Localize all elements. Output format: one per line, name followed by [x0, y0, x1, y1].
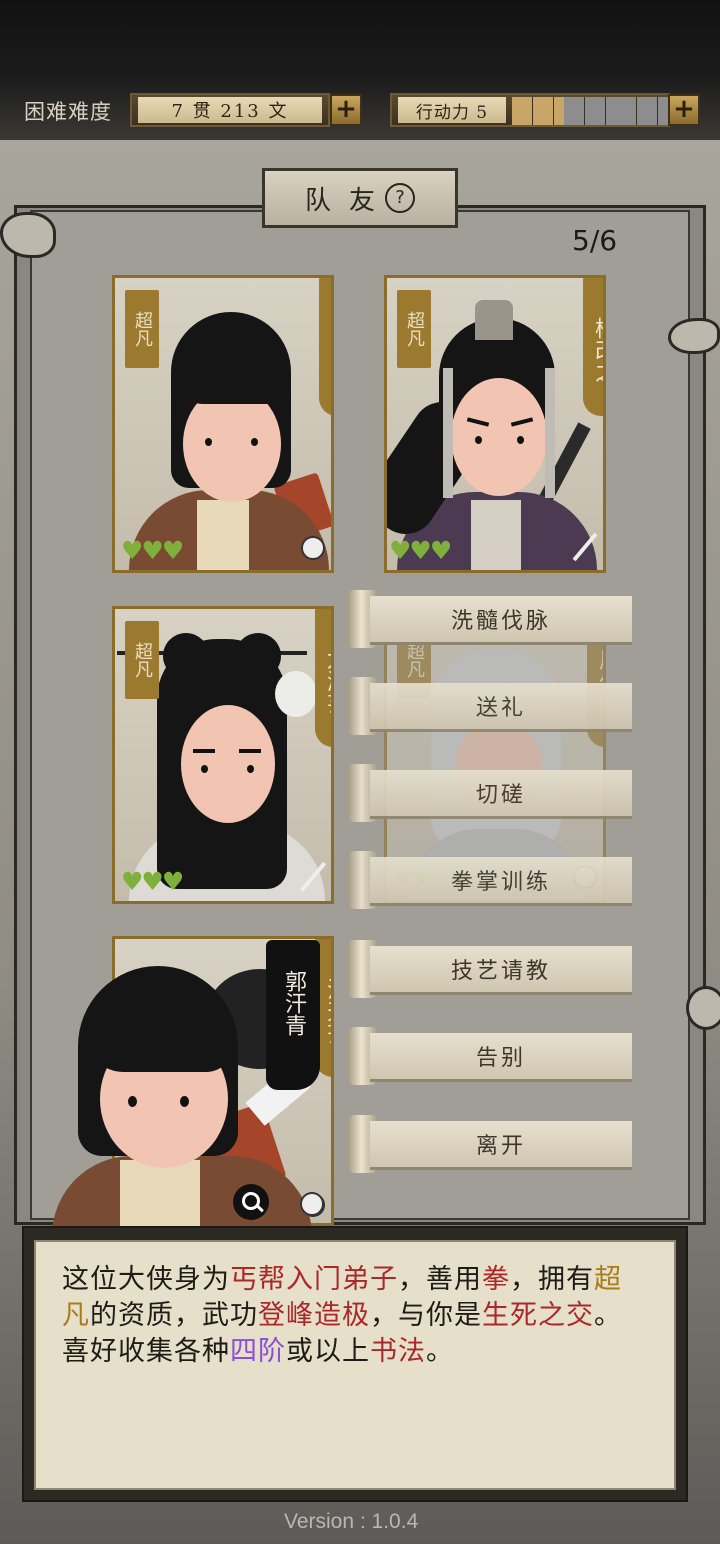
action-point-segment [532, 97, 544, 125]
desc-text: ，善用 [398, 1264, 482, 1295]
desc-tier: 四阶 [230, 1336, 286, 1367]
magnifier-handle [256, 1204, 264, 1213]
menu-item-farewell[interactable]: 告别 [348, 1027, 634, 1085]
menu-item-label: 切磋 [370, 770, 632, 819]
affinity-hearts: ♥♥♥ [389, 536, 452, 565]
face [451, 378, 547, 496]
desc-text: 或以上 [286, 1336, 370, 1367]
action-point-segment [574, 97, 586, 125]
menu-item-label: 送礼 [370, 683, 632, 732]
desc-text: ，与你是 [370, 1300, 482, 1331]
action-point-segment [647, 97, 659, 125]
bangs [175, 338, 287, 404]
portrait-name: 郭汗青 [281, 970, 306, 1036]
face [181, 705, 275, 823]
eye [517, 436, 524, 444]
teammate-card[interactable]: 超凡 郭汗青 ♥♥♥ [112, 275, 334, 573]
cloud-ornament-right [668, 318, 720, 354]
desc-text: ，拥有 [510, 1264, 594, 1295]
menu-item-skill-advice[interactable]: 技艺请教 [348, 940, 634, 998]
brow [239, 749, 261, 753]
menu-item-label: 技艺请教 [370, 946, 632, 995]
brow [193, 749, 215, 753]
add-money-button[interactable]: + [330, 94, 362, 126]
affinity-hearts: ♥♥♥ [121, 536, 184, 565]
teammate-card[interactable]: 超凡 杨改之 ♥♥♥ [384, 275, 606, 573]
action-point-segment [616, 97, 627, 125]
action-point-segment [657, 97, 669, 125]
action-point-segment [522, 97, 534, 125]
hair-crown [475, 300, 513, 340]
action-point-segment [564, 97, 575, 125]
menu-item-label: 拳掌训练 [370, 857, 632, 906]
collar [120, 1160, 200, 1226]
menu-item-marrow-cleansing[interactable]: 洗髓伐脉 [348, 590, 634, 648]
desc-sect: 丐帮入门弟子 [230, 1264, 398, 1295]
action-point-segment [605, 97, 617, 125]
action-point-segment [595, 97, 607, 125]
version-label: Version : 1.0.4 [284, 1510, 419, 1533]
desc-relation: 生死之交 [482, 1300, 594, 1331]
grade-tag: 超凡 [125, 290, 159, 368]
action-point-segment [584, 97, 596, 125]
portrait-name-banner: 郭汗青 [266, 940, 320, 1090]
cloud-ornament-right-low [686, 986, 720, 1030]
silver-lock [443, 368, 453, 498]
panel-title-plate: 队友 ? [262, 168, 458, 228]
eye [201, 765, 208, 773]
affinity-hearts: ♥♥♥ [121, 867, 184, 896]
grade-tag: 超凡 [397, 290, 431, 368]
fist-icon [300, 1192, 324, 1216]
desc-text: 。 [426, 1336, 454, 1367]
menu-item-label: 离开 [370, 1121, 632, 1170]
name-banner: 龙湘芸 [315, 609, 331, 747]
desc-text: 这位大侠身为 [62, 1264, 230, 1295]
eye [128, 1096, 137, 1107]
action-points-label: 行动力 5 [398, 97, 506, 123]
action-point-segment [543, 97, 555, 125]
eye [475, 436, 482, 444]
teammate-count: 5/6 [572, 224, 618, 257]
desc-weapon: 拳 [482, 1264, 510, 1295]
desc-skill-level: 登峰造极 [258, 1300, 370, 1331]
menu-item-label: 告别 [370, 1033, 632, 1082]
fist-icon [301, 536, 325, 560]
menu-item-leave[interactable]: 离开 [348, 1115, 634, 1173]
add-action-points-button[interactable]: + [668, 94, 700, 126]
action-point-segment [553, 97, 565, 125]
name-banner: 杨改之 [583, 278, 603, 416]
panel-title: 队友 [304, 185, 393, 216]
teammate-card[interactable]: 超凡 龙湘芸 ♥♥♥ [112, 606, 334, 904]
flower-ornament [275, 671, 317, 717]
collar [471, 500, 521, 570]
menu-item-fist-training[interactable]: 拳掌训练 [348, 851, 634, 909]
silver-lock [545, 368, 555, 498]
eye [251, 438, 258, 446]
eye [180, 1096, 189, 1107]
money-value: 7 贯 213 文 [138, 97, 322, 123]
description-text: 这位大侠身为丐帮入门弟子，善用拳，拥有超凡的资质，武功登峰造极，与你是生死之交。… [62, 1262, 642, 1370]
menu-item-label: 洗髓伐脉 [370, 596, 632, 645]
name-banner: 郭汗青 [319, 278, 331, 416]
eye [247, 765, 254, 773]
action-point-segment [636, 97, 648, 125]
help-icon[interactable]: ? [385, 183, 415, 213]
desc-item: 书法 [370, 1336, 426, 1367]
eye [205, 438, 212, 446]
money-bar: 7 贯 213 文 [130, 93, 330, 127]
menu-item-spar[interactable]: 切磋 [348, 764, 634, 822]
difficulty-label: 困难难度 [24, 100, 112, 124]
action-point-segment [512, 97, 523, 125]
collar [197, 500, 249, 570]
zoom-icon[interactable] [233, 1184, 269, 1220]
desc-text: 的资质，武功 [90, 1300, 258, 1331]
hair-bun [163, 633, 209, 679]
action-point-segment [626, 97, 638, 125]
bangs [86, 988, 234, 1072]
menu-item-gift[interactable]: 送礼 [348, 677, 634, 735]
grade-tag: 超凡 [125, 621, 159, 699]
hair-bun [235, 633, 281, 679]
